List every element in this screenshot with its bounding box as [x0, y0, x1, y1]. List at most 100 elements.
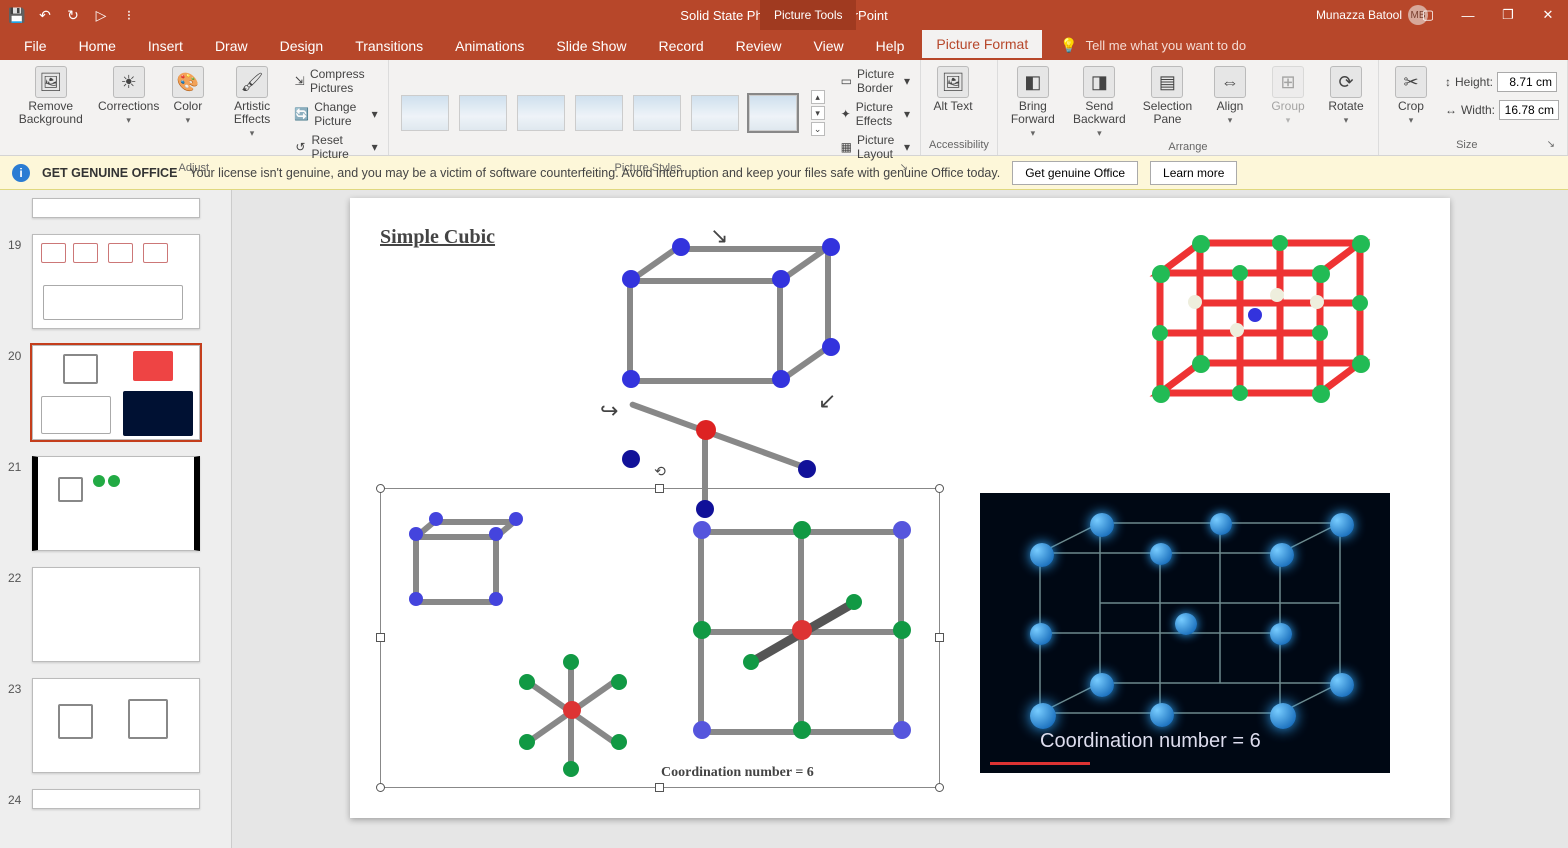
tell-me-search[interactable]: 💡 Tell me what you want to do: [1046, 31, 1260, 60]
chevron-down-icon: ▾: [250, 128, 255, 139]
render-image: Coordination number = 6: [980, 493, 1390, 773]
info-icon: i: [12, 164, 30, 182]
qat-redo[interactable]: ↻: [64, 6, 82, 24]
send-backward-button[interactable]: ◨Send Backward▾: [1070, 64, 1129, 141]
gallery-more-icon[interactable]: ⌄: [811, 122, 825, 136]
tab-slideshow[interactable]: Slide Show: [542, 32, 640, 60]
crop-icon: ✂: [1395, 66, 1427, 98]
group-label: Size ↘: [1387, 139, 1559, 153]
qat-save[interactable]: 💾: [8, 6, 26, 24]
slide-area[interactable]: Simple Cubic: [350, 198, 1450, 818]
rotate-button[interactable]: ⟳Rotate▾: [1322, 64, 1370, 128]
corrections-button[interactable]: ☀ Corrections ▾: [103, 64, 153, 128]
style-preset[interactable]: [517, 95, 565, 131]
bring-forward-button[interactable]: ◧Bring Forward▾: [1006, 64, 1060, 141]
crop-button[interactable]: ✂Crop▾: [1387, 64, 1435, 128]
render-caption: Coordination number = 6: [1040, 730, 1261, 753]
learn-more-button[interactable]: Learn more: [1150, 161, 1237, 185]
tab-insert[interactable]: Insert: [134, 32, 197, 60]
get-genuine-button[interactable]: Get genuine Office: [1012, 161, 1138, 185]
gallery-up-icon[interactable]: ▴: [811, 90, 825, 104]
maximize-icon[interactable]: ❐: [1488, 0, 1528, 30]
chevron-down-icon: ▾: [126, 115, 131, 126]
style-preset[interactable]: [633, 95, 681, 131]
tab-home[interactable]: Home: [65, 32, 130, 60]
selection-icon: ▤: [1151, 66, 1183, 98]
style-preset[interactable]: [575, 95, 623, 131]
ribbon-options-icon[interactable]: ▢: [1408, 0, 1448, 30]
slide-thumb[interactable]: [32, 198, 200, 218]
group-button: ⊞Group▾: [1264, 64, 1312, 128]
tab-view[interactable]: View: [800, 32, 858, 60]
align-button[interactable]: ⇔Align▾: [1206, 64, 1254, 128]
backward-icon: ◨: [1083, 66, 1115, 98]
tab-review[interactable]: Review: [722, 32, 796, 60]
close-icon[interactable]: ✕: [1528, 0, 1568, 30]
style-preset[interactable]: [749, 95, 797, 131]
height-input[interactable]: [1497, 72, 1557, 92]
tab-animations[interactable]: Animations: [441, 32, 538, 60]
gallery-down-icon[interactable]: ▾: [811, 106, 825, 120]
color-button[interactable]: 🎨 Color ▾: [164, 64, 212, 128]
lattice-diagram: [1120, 213, 1380, 433]
qat-undo[interactable]: ↶: [36, 6, 54, 24]
width-icon: ↔: [1445, 103, 1457, 117]
compress-icon: ⇲: [294, 73, 305, 89]
picture-border-button[interactable]: ▭Picture Border ▾: [839, 66, 912, 96]
user-name: Munazza Batool: [1316, 8, 1402, 22]
slide-thumb[interactable]: [32, 234, 200, 329]
layout-icon: ▦: [841, 139, 852, 155]
slide-thumb[interactable]: [32, 456, 200, 551]
tab-picture-format[interactable]: Picture Format: [922, 30, 1042, 60]
coord-number-label: Coordination number = 6: [661, 765, 814, 781]
compress-pictures-button[interactable]: ⇲Compress Pictures: [292, 66, 379, 96]
rotate-icon: ⟳: [1330, 66, 1362, 98]
tab-file[interactable]: File: [10, 32, 61, 60]
selection-pane-button[interactable]: ▤Selection Pane: [1139, 64, 1196, 128]
picture-layout-button[interactable]: ▦Picture Layout ▾: [839, 132, 912, 162]
cubic-diagram-main: ↘ ↪ ↙: [570, 228, 830, 508]
tab-design[interactable]: Design: [266, 32, 338, 60]
tab-draw[interactable]: Draw: [201, 32, 262, 60]
dialog-launcher-icon[interactable]: ↘: [1547, 139, 1555, 150]
tab-help[interactable]: Help: [862, 32, 919, 60]
color-icon: 🎨: [172, 66, 204, 98]
corrections-icon: ☀: [113, 66, 145, 98]
tab-transitions[interactable]: Transitions: [341, 32, 437, 60]
change-picture-button[interactable]: 🔄Change Picture ▾: [292, 99, 379, 129]
group-label: Accessibility: [929, 139, 989, 153]
selected-picture[interactable]: ⟲: [380, 488, 940, 788]
alt-text-button[interactable]: 🖼 Alt Text: [929, 64, 977, 115]
minimize-icon[interactable]: —: [1448, 0, 1488, 30]
style-preset[interactable]: [401, 95, 449, 131]
height-icon: ↕: [1445, 75, 1451, 89]
qat-start-show[interactable]: ▷: [92, 6, 110, 24]
group-label: Arrange: [1006, 141, 1370, 155]
slide-thumbnails[interactable]: 19 20 21 22 23: [0, 190, 232, 848]
tab-record[interactable]: Record: [644, 32, 717, 60]
lightbulb-icon: 💡: [1060, 37, 1077, 54]
reset-icon: ↺: [294, 139, 306, 155]
artistic-effects-button[interactable]: 🖌 Artistic Effects ▾: [222, 64, 282, 141]
remove-bg-icon: 🖼: [35, 66, 67, 98]
change-icon: 🔄: [294, 106, 309, 122]
picture-effects-button[interactable]: ✦Picture Effects ▾: [839, 99, 912, 129]
style-preset[interactable]: [691, 95, 739, 131]
slide-thumb[interactable]: [32, 789, 200, 809]
artistic-icon: 🖌: [236, 66, 268, 98]
width-input[interactable]: [1499, 100, 1559, 120]
border-icon: ▭: [841, 73, 852, 89]
remove-background-button[interactable]: 🖼 Remove Background: [8, 64, 93, 128]
style-preset[interactable]: [459, 95, 507, 131]
reset-picture-button[interactable]: ↺Reset Picture ▾: [292, 132, 379, 162]
slide-thumb[interactable]: [32, 678, 200, 773]
qat-more[interactable]: ⁝: [120, 6, 138, 24]
chevron-down-icon: ▾: [186, 115, 191, 126]
context-tab-label: Picture Tools: [760, 0, 856, 30]
rotate-handle-icon[interactable]: ⟲: [654, 463, 666, 480]
slide-canvas[interactable]: Simple Cubic: [232, 190, 1568, 848]
slide-thumb[interactable]: [32, 567, 200, 662]
picture-styles-gallery[interactable]: ▴ ▾ ⌄: [397, 84, 829, 142]
alt-text-icon: 🖼: [937, 66, 969, 98]
slide-thumb[interactable]: [32, 345, 200, 440]
